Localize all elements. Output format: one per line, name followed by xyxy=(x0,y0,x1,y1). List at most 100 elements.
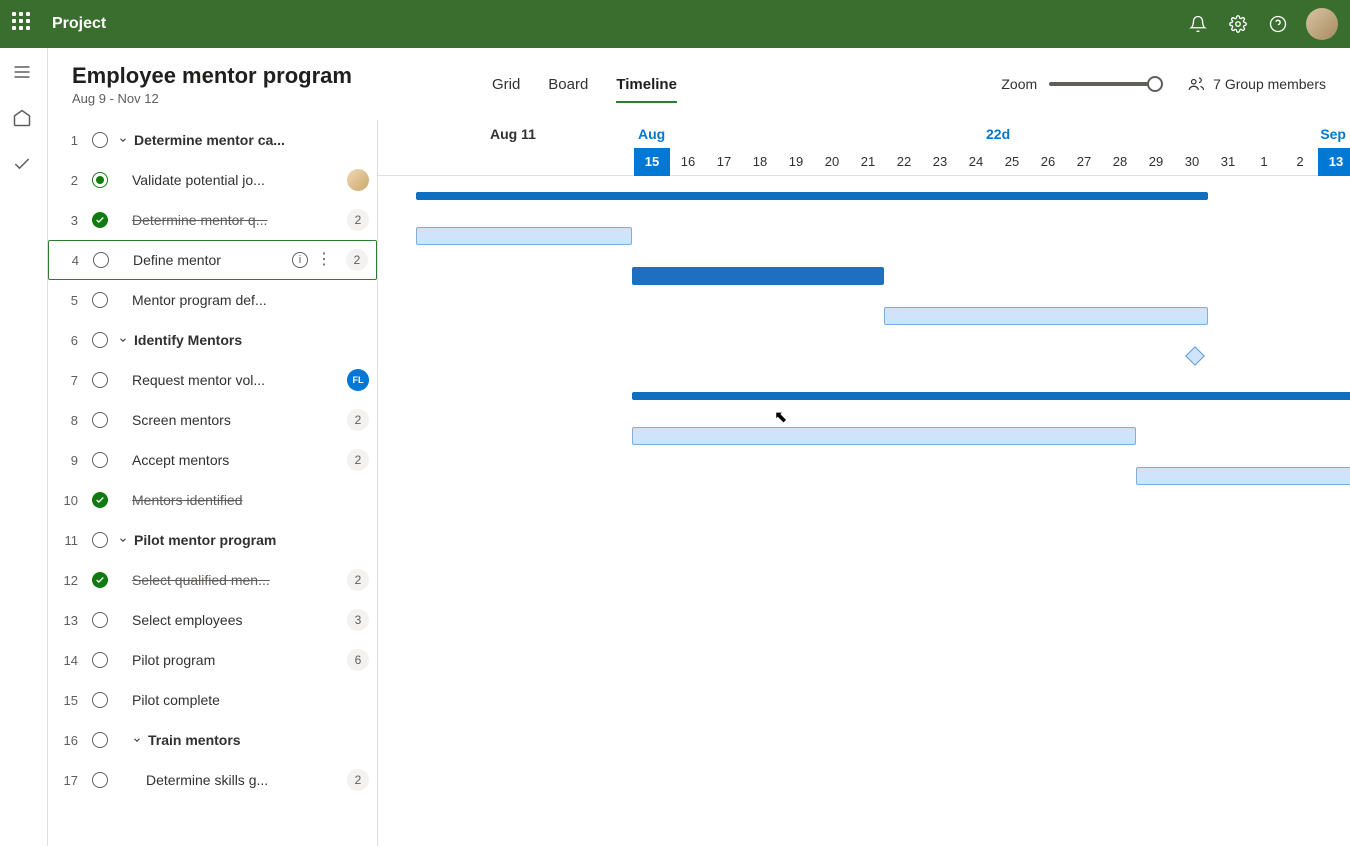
task-name[interactable]: Mentors identified xyxy=(132,492,369,508)
task-name[interactable]: Mentor program def... xyxy=(132,292,369,308)
task-row[interactable]: 3Determine mentor q...2 xyxy=(48,200,377,240)
gantt-body[interactable]: ⬉ xyxy=(378,176,1350,846)
group-members-button[interactable]: 7 Group members xyxy=(1187,75,1326,93)
zoom-slider[interactable] xyxy=(1049,82,1159,86)
task-row[interactable]: 16Train mentors xyxy=(48,720,377,760)
status-progress-icon[interactable] xyxy=(92,172,108,188)
status-open-icon[interactable] xyxy=(92,652,108,668)
gantt-bar-summary-6[interactable] xyxy=(632,392,1350,400)
task-row[interactable]: 5Mentor program def... xyxy=(48,280,377,320)
chevron-down-icon[interactable] xyxy=(118,135,130,145)
day-column[interactable]: 16 xyxy=(670,148,706,176)
task-name[interactable]: Screen mentors xyxy=(132,412,341,428)
status-open-icon[interactable] xyxy=(92,772,108,788)
task-name[interactable]: Validate potential jo... xyxy=(132,172,341,188)
status-open-icon[interactable] xyxy=(92,292,108,308)
tab-grid[interactable]: Grid xyxy=(492,66,520,103)
task-name[interactable]: Request mentor vol... xyxy=(132,372,341,388)
task-row[interactable]: 11Pilot mentor program xyxy=(48,520,377,560)
task-row[interactable]: 14Pilot program6 xyxy=(48,640,377,680)
gantt-bar-4[interactable] xyxy=(884,307,1208,325)
day-column[interactable]: 23 xyxy=(922,148,958,176)
status-done-icon[interactable] xyxy=(92,572,108,588)
task-name[interactable]: Define mentor xyxy=(133,252,286,268)
task-row[interactable]: 17Determine skills g...2 xyxy=(48,760,377,800)
info-icon[interactable]: i xyxy=(292,252,308,268)
day-column[interactable]: 30 xyxy=(1174,148,1210,176)
gantt-bar-3[interactable] xyxy=(632,267,884,285)
day-column[interactable]: 21 xyxy=(850,148,886,176)
tab-timeline[interactable]: Timeline xyxy=(616,66,677,103)
task-name[interactable]: Identify Mentors xyxy=(134,332,369,348)
status-open-icon[interactable] xyxy=(92,732,108,748)
task-row[interactable]: 8Screen mentors2 xyxy=(48,400,377,440)
assignee-initials[interactable]: FL xyxy=(347,369,369,391)
zoom-control[interactable]: Zoom xyxy=(1001,76,1159,92)
day-column[interactable]: 15 xyxy=(634,148,670,176)
day-column[interactable]: 27 xyxy=(1066,148,1102,176)
task-row[interactable]: 13Select employees3 xyxy=(48,600,377,640)
gantt-bar-7[interactable] xyxy=(632,427,1136,445)
day-column[interactable]: 17 xyxy=(706,148,742,176)
menu-icon[interactable] xyxy=(12,62,36,86)
task-row[interactable]: 1Determine mentor ca... xyxy=(48,120,377,160)
check-icon[interactable] xyxy=(12,154,36,178)
day-column[interactable]: 20 xyxy=(814,148,850,176)
chevron-down-icon[interactable] xyxy=(132,735,144,745)
day-column[interactable]: 24 xyxy=(958,148,994,176)
task-row[interactable]: 15Pilot complete xyxy=(48,680,377,720)
status-done-icon[interactable] xyxy=(92,492,108,508)
task-name[interactable]: Determine skills g... xyxy=(146,772,341,788)
task-name[interactable]: Pilot program xyxy=(132,652,341,668)
task-row[interactable]: 7Request mentor vol...FL xyxy=(48,360,377,400)
task-name[interactable]: Pilot complete xyxy=(132,692,369,708)
task-name[interactable]: Select qualified men... xyxy=(132,572,341,588)
status-open-icon[interactable] xyxy=(92,132,108,148)
status-open-icon[interactable] xyxy=(92,532,108,548)
status-open-icon[interactable] xyxy=(92,692,108,708)
day-column[interactable]: 28 xyxy=(1102,148,1138,176)
task-row[interactable]: 9Accept mentors2 xyxy=(48,440,377,480)
status-open-icon[interactable] xyxy=(92,332,108,348)
status-open-icon[interactable] xyxy=(93,252,109,268)
gantt[interactable]: Aug 11 Aug 22d Sep 151617181920212223242… xyxy=(378,120,1350,846)
notifications-icon[interactable] xyxy=(1178,4,1218,44)
status-open-icon[interactable] xyxy=(92,612,108,628)
chevron-down-icon[interactable] xyxy=(118,335,130,345)
gantt-bar-8[interactable] xyxy=(1136,467,1350,485)
task-row[interactable]: 4Define mentori⋮2 xyxy=(48,240,377,280)
project-title[interactable]: Employee mentor program xyxy=(72,63,352,89)
status-open-icon[interactable] xyxy=(92,452,108,468)
chevron-down-icon[interactable] xyxy=(118,535,130,545)
task-name[interactable]: Pilot mentor program xyxy=(134,532,369,548)
task-name[interactable]: Accept mentors xyxy=(132,452,341,468)
task-name[interactable]: Train mentors xyxy=(148,732,369,748)
task-row[interactable]: 6Identify Mentors xyxy=(48,320,377,360)
task-name[interactable]: Determine mentor ca... xyxy=(134,132,369,148)
help-icon[interactable] xyxy=(1258,4,1298,44)
day-column[interactable]: 25 xyxy=(994,148,1030,176)
day-column[interactable]: 1 xyxy=(1246,148,1282,176)
task-row[interactable]: 10Mentors identified xyxy=(48,480,377,520)
day-column[interactable]: 31 xyxy=(1210,148,1246,176)
day-column[interactable]: 22 xyxy=(886,148,922,176)
gantt-milestone-5[interactable] xyxy=(1185,346,1205,366)
day-column[interactable]: 26 xyxy=(1030,148,1066,176)
day-column[interactable]: 2 xyxy=(1282,148,1318,176)
day-column[interactable]: 29 xyxy=(1138,148,1174,176)
assignee-avatar[interactable] xyxy=(347,169,369,191)
app-launcher-icon[interactable] xyxy=(12,12,36,36)
tab-board[interactable]: Board xyxy=(548,66,588,103)
more-icon[interactable]: ⋮ xyxy=(316,252,332,268)
day-column[interactable]: 13 xyxy=(1318,148,1350,176)
task-name[interactable]: Select employees xyxy=(132,612,341,628)
settings-icon[interactable] xyxy=(1218,4,1258,44)
task-row[interactable]: 2Validate potential jo... xyxy=(48,160,377,200)
home-icon[interactable] xyxy=(12,108,36,132)
gantt-bar-2[interactable] xyxy=(416,227,632,245)
status-done-icon[interactable] xyxy=(92,212,108,228)
status-open-icon[interactable] xyxy=(92,412,108,428)
task-name[interactable]: Determine mentor q... xyxy=(132,212,341,228)
user-avatar[interactable] xyxy=(1306,8,1338,40)
day-column[interactable]: 19 xyxy=(778,148,814,176)
